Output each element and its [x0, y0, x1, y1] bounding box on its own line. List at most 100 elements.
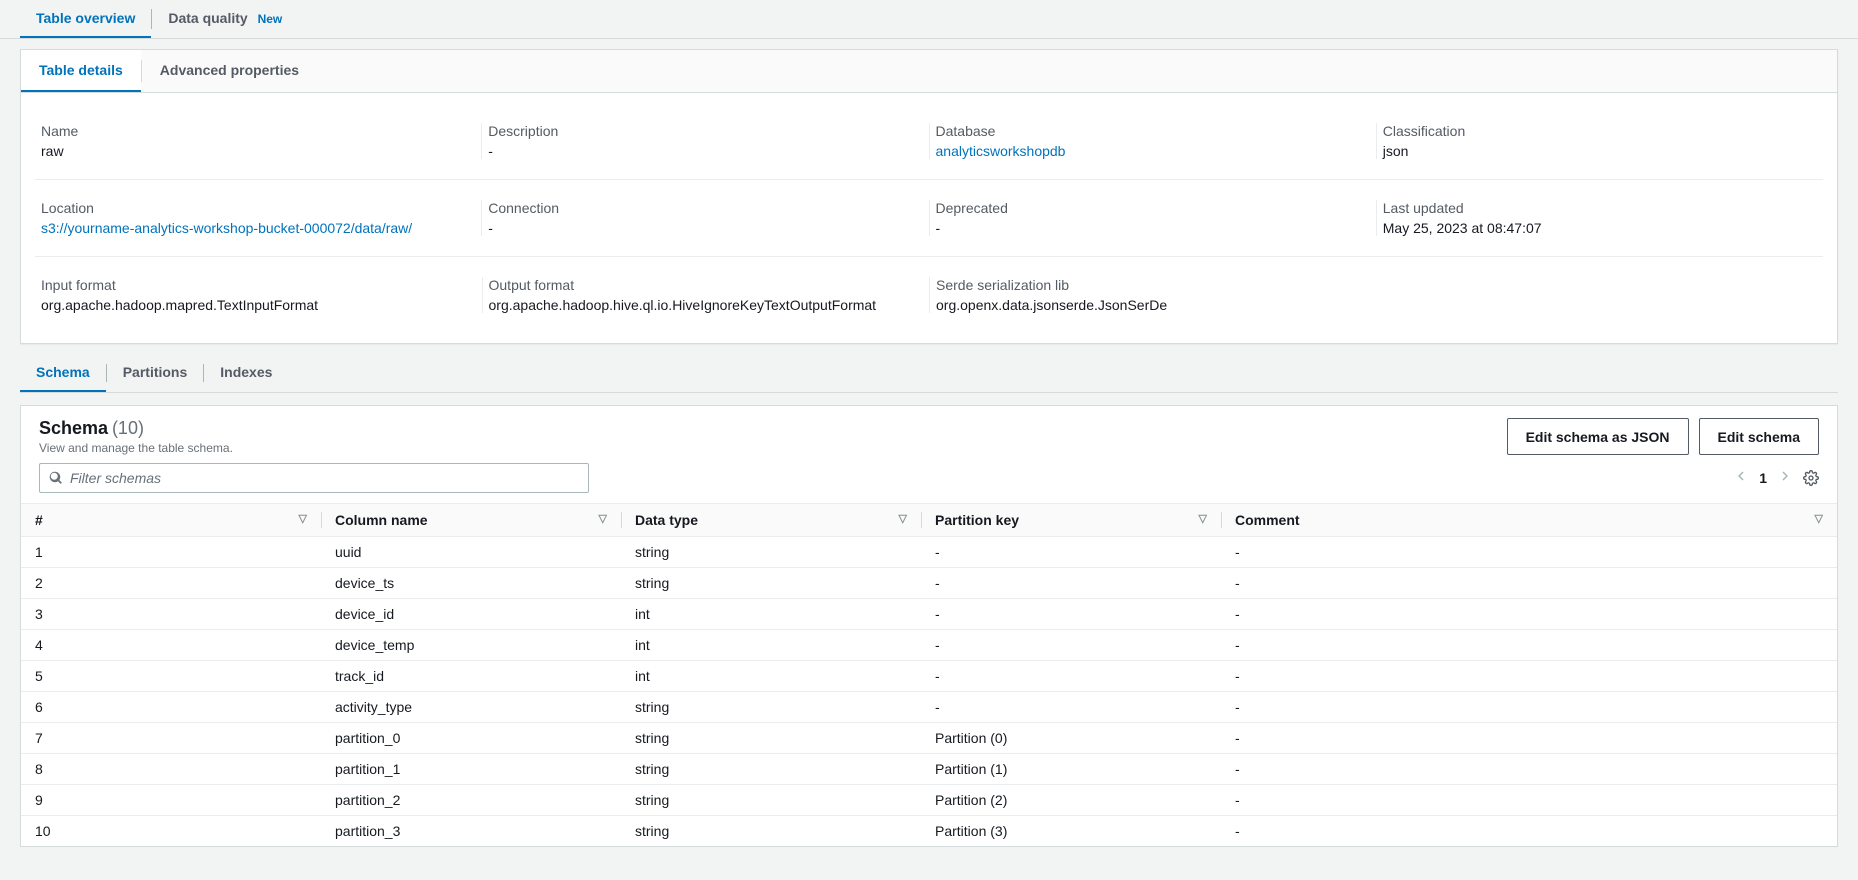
cell-name: partition_3 — [321, 816, 621, 847]
cell-comment: - — [1221, 661, 1837, 692]
detail-value: raw — [41, 143, 461, 159]
cell-partition: - — [921, 568, 1221, 599]
tab-schema[interactable]: Schema — [20, 354, 106, 392]
chevron-left-icon — [1735, 470, 1747, 482]
sort-icon: ▽ — [899, 512, 907, 525]
cell-num: 9 — [21, 785, 321, 816]
filter-schemas-input[interactable] — [39, 463, 589, 493]
detail-classification: Classification json — [1376, 123, 1823, 159]
detail-connection: Connection - — [481, 200, 928, 236]
cell-num: 2 — [21, 568, 321, 599]
detail-label: Database — [936, 123, 1356, 139]
edit-schema-json-button[interactable]: Edit schema as JSON — [1507, 418, 1689, 455]
location-link[interactable]: s3://yourname-analytics-workshop-bucket-… — [41, 220, 412, 236]
sort-icon: ▽ — [299, 512, 307, 525]
schema-count: (10) — [112, 418, 144, 438]
table-row[interactable]: 4device_tempint-- — [21, 630, 1837, 661]
cell-type: string — [621, 692, 921, 723]
cell-type: int — [621, 630, 921, 661]
cell-partition: - — [921, 630, 1221, 661]
cell-type: string — [621, 816, 921, 847]
detail-label: Input format — [41, 277, 462, 293]
cell-comment: - — [1221, 630, 1837, 661]
cell-partition: Partition (0) — [921, 723, 1221, 754]
cell-name: device_id — [321, 599, 621, 630]
cell-comment: - — [1221, 568, 1837, 599]
table-row[interactable]: 6activity_typestring-- — [21, 692, 1837, 723]
cell-num: 4 — [21, 630, 321, 661]
tab-data-quality-label: Data quality — [168, 10, 247, 26]
column-header-partition[interactable]: Partition key▽ — [921, 504, 1221, 537]
sort-icon: ▽ — [1815, 512, 1823, 525]
table-row[interactable]: 7partition_0stringPartition (0)- — [21, 723, 1837, 754]
cell-num: 6 — [21, 692, 321, 723]
detail-description: Description - — [481, 123, 928, 159]
detail-deprecated: Deprecated - — [929, 200, 1376, 236]
table-row[interactable]: 8partition_1stringPartition (1)- — [21, 754, 1837, 785]
database-link[interactable]: analyticsworkshopdb — [936, 143, 1066, 159]
column-header-type[interactable]: Data type▽ — [621, 504, 921, 537]
detail-serde: Serde serialization lib org.openx.data.j… — [929, 277, 1377, 313]
detail-label: Serde serialization lib — [936, 277, 1357, 293]
cell-num: 3 — [21, 599, 321, 630]
top-tabs: Table overview Data quality New — [0, 0, 1858, 39]
cell-comment: - — [1221, 816, 1837, 847]
detail-output-format: Output format org.apache.hadoop.hive.ql.… — [482, 277, 930, 313]
table-details-card: Table details Advanced properties Name r… — [20, 49, 1838, 344]
tab-table-overview[interactable]: Table overview — [20, 0, 151, 38]
detail-location: Location s3://yourname-analytics-worksho… — [35, 200, 481, 236]
cell-comment: - — [1221, 785, 1837, 816]
detail-value: - — [488, 220, 908, 236]
prev-page-button[interactable] — [1735, 469, 1747, 487]
cell-partition: - — [921, 661, 1221, 692]
cell-num: 5 — [21, 661, 321, 692]
table-row[interactable]: 1uuidstring-- — [21, 537, 1837, 568]
column-header-comment[interactable]: Comment▽ — [1221, 504, 1837, 537]
table-row[interactable]: 2device_tsstring-- — [21, 568, 1837, 599]
cell-name: activity_type — [321, 692, 621, 723]
column-header-number[interactable]: #▽ — [21, 504, 321, 537]
schema-title: Schema — [39, 418, 108, 438]
table-row[interactable]: 10partition_3stringPartition (3)- — [21, 816, 1837, 847]
search-wrap — [39, 463, 589, 493]
search-icon — [49, 471, 63, 485]
schema-subtitle: View and manage the table schema. — [39, 441, 233, 455]
tab-advanced-properties[interactable]: Advanced properties — [142, 50, 317, 92]
cell-name: partition_0 — [321, 723, 621, 754]
tab-indexes[interactable]: Indexes — [204, 354, 288, 392]
column-header-name[interactable]: Column name▽ — [321, 504, 621, 537]
next-page-button[interactable] — [1779, 469, 1791, 487]
detail-label: Deprecated — [936, 200, 1356, 216]
detail-value: org.openx.data.jsonserde.JsonSerDe — [936, 297, 1357, 313]
table-row[interactable]: 5track_idint-- — [21, 661, 1837, 692]
tab-table-details[interactable]: Table details — [21, 50, 141, 92]
cell-partition: - — [921, 692, 1221, 723]
detail-label: Classification — [1383, 123, 1803, 139]
detail-input-format: Input format org.apache.hadoop.mapred.Te… — [35, 277, 482, 313]
cell-name: partition_2 — [321, 785, 621, 816]
cell-partition: - — [921, 599, 1221, 630]
cell-num: 7 — [21, 723, 321, 754]
detail-label: Description — [488, 123, 908, 139]
detail-value: - — [488, 143, 908, 159]
cell-type: string — [621, 754, 921, 785]
cell-name: uuid — [321, 537, 621, 568]
schema-tabs: Schema Partitions Indexes — [20, 354, 1838, 393]
tab-partitions[interactable]: Partitions — [107, 354, 204, 392]
cell-type: int — [621, 661, 921, 692]
table-row[interactable]: 3device_idint-- — [21, 599, 1837, 630]
pagination: 1 — [1735, 469, 1819, 487]
edit-schema-button[interactable]: Edit schema — [1699, 418, 1819, 455]
tab-data-quality[interactable]: Data quality New — [152, 0, 298, 38]
detail-database: Database analyticsworkshopdb — [929, 123, 1376, 159]
cell-partition: - — [921, 537, 1221, 568]
page-number: 1 — [1759, 470, 1767, 486]
cell-name: track_id — [321, 661, 621, 692]
cell-comment: - — [1221, 599, 1837, 630]
table-row[interactable]: 9partition_2stringPartition (2)- — [21, 785, 1837, 816]
detail-empty — [1377, 277, 1824, 313]
schema-section: Schema Partitions Indexes Schema (10) Vi… — [20, 354, 1838, 847]
settings-button[interactable] — [1803, 470, 1819, 486]
schema-table: #▽ Column name▽ Data type▽ Partition key… — [21, 503, 1837, 846]
cell-type: int — [621, 599, 921, 630]
